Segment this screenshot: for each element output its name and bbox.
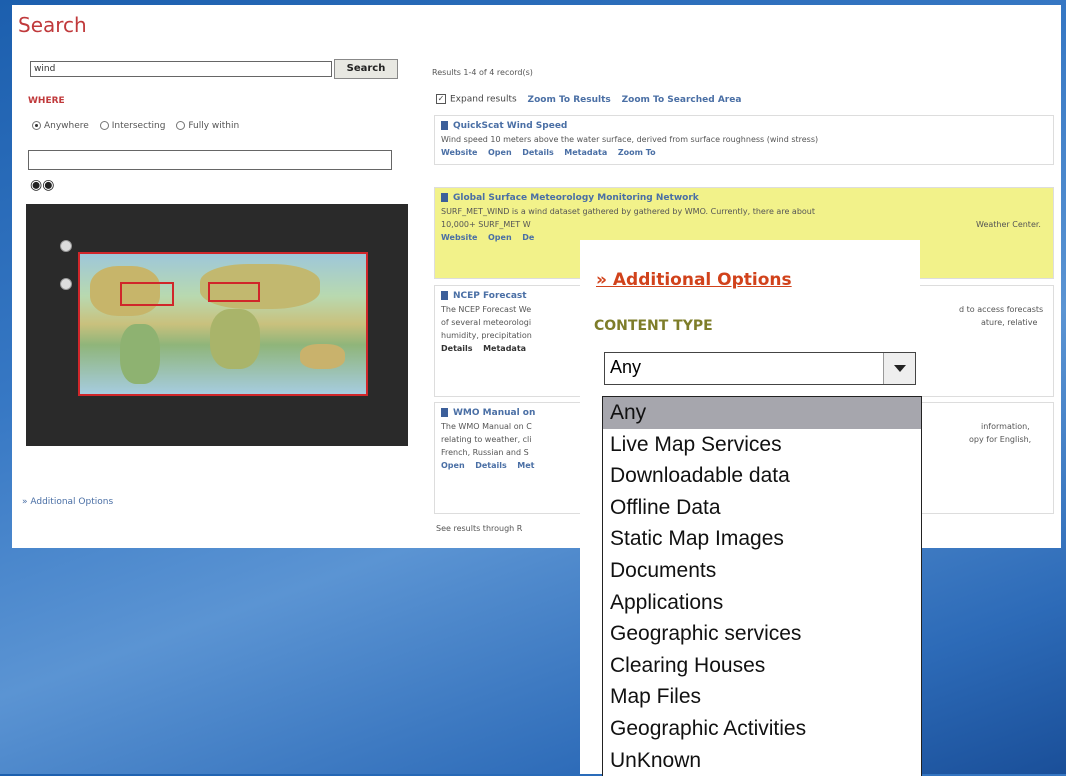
zoom-out-icon[interactable] bbox=[60, 278, 72, 290]
where-option-intersecting[interactable]: Intersecting bbox=[99, 121, 165, 131]
select-value: Any bbox=[610, 357, 642, 377]
result-description: Wind speed 10 meters above the water sur… bbox=[441, 135, 819, 144]
zoom-to-link[interactable]: Zoom To bbox=[618, 148, 656, 157]
where-option-anywhere[interactable]: Anywhere bbox=[32, 121, 89, 131]
option-documents[interactable]: Documents bbox=[603, 555, 921, 587]
result-title[interactable]: QuickScat Wind Speed bbox=[453, 121, 567, 131]
search-extent-box bbox=[208, 282, 260, 302]
metadata-link[interactable]: Met bbox=[517, 461, 534, 470]
where-option-fully-within[interactable]: Fully within bbox=[176, 121, 239, 131]
details-link[interactable]: De bbox=[522, 233, 534, 242]
additional-options-link[interactable]: » Additional Options bbox=[22, 497, 113, 507]
details-link[interactable]: Details bbox=[441, 344, 473, 353]
radio-icon[interactable] bbox=[176, 121, 186, 130]
result-type-icon bbox=[441, 291, 448, 300]
option-live-map-services[interactable]: Live Map Services bbox=[603, 429, 921, 461]
radio-icon[interactable] bbox=[32, 121, 41, 130]
result-description: SURF_MET_WIND is a wind dataset gathered… bbox=[441, 207, 815, 216]
search-extent-box bbox=[120, 282, 174, 306]
option-static-map-images[interactable]: Static Map Images bbox=[603, 523, 921, 555]
result-type-icon bbox=[441, 121, 448, 130]
option-geographic-services[interactable]: Geographic services bbox=[603, 618, 921, 650]
zoom-in-icon[interactable] bbox=[60, 240, 72, 252]
search-input[interactable] bbox=[30, 61, 332, 77]
map-view[interactable] bbox=[26, 204, 408, 446]
result-title[interactable]: NCEP Forecast bbox=[453, 291, 527, 301]
result-item: QuickScat Wind Speed Wind speed 10 meter… bbox=[434, 115, 1054, 165]
result-type-icon bbox=[441, 408, 448, 417]
details-link[interactable]: Details bbox=[475, 461, 507, 470]
result-title[interactable]: Global Surface Meteorology Monitoring Ne… bbox=[453, 193, 699, 203]
option-offline-data[interactable]: Offline Data bbox=[603, 492, 921, 524]
see-results-text: See results through R bbox=[436, 524, 523, 533]
option-geographic-activities[interactable]: Geographic Activities bbox=[603, 713, 921, 745]
metadata-link[interactable]: Metadata bbox=[483, 344, 526, 353]
option-applications[interactable]: Applications bbox=[603, 587, 921, 619]
option-clearing-houses[interactable]: Clearing Houses bbox=[603, 650, 921, 682]
option-map-files[interactable]: Map Files bbox=[603, 681, 921, 713]
world-map bbox=[78, 252, 368, 396]
content-type-dropdown: Any Live Map Services Downloadable data … bbox=[602, 396, 922, 776]
popup-title[interactable]: » Additional Options bbox=[596, 270, 792, 290]
additional-options-popup: » Additional Options CONTENT TYPE Any An… bbox=[580, 240, 922, 776]
metadata-link[interactable]: Metadata bbox=[564, 148, 607, 157]
open-link[interactable]: Open bbox=[488, 148, 512, 157]
details-link[interactable]: Details bbox=[522, 148, 554, 157]
expand-checkbox[interactable]: ✓ bbox=[436, 94, 446, 104]
content-type-label: CONTENT TYPE bbox=[594, 318, 713, 334]
expand-results-row: ✓ Expand results Zoom To Results Zoom To … bbox=[436, 94, 742, 105]
open-link[interactable]: Open bbox=[488, 233, 512, 242]
website-link[interactable]: Website bbox=[441, 148, 477, 157]
radio-icon[interactable] bbox=[99, 121, 109, 130]
zoom-to-results-link[interactable]: Zoom To Results bbox=[528, 95, 611, 105]
result-links: Website Open Details Metadata Zoom To bbox=[441, 146, 1047, 159]
result-type-icon bbox=[441, 193, 448, 202]
binoculars-icon[interactable]: ◉◉ bbox=[30, 177, 54, 193]
location-input[interactable] bbox=[28, 150, 392, 170]
search-button[interactable]: Search bbox=[334, 59, 398, 79]
results-count: Results 1-4 of 4 record(s) bbox=[432, 68, 533, 77]
where-label: WHERE bbox=[28, 96, 65, 106]
open-link[interactable]: Open bbox=[441, 461, 465, 470]
zoom-to-searched-area-link[interactable]: Zoom To Searched Area bbox=[622, 95, 742, 105]
page-title: Search bbox=[18, 13, 87, 37]
content-type-select[interactable]: Any bbox=[604, 352, 916, 385]
option-any[interactable]: Any bbox=[603, 397, 921, 429]
website-link[interactable]: Website bbox=[441, 233, 477, 242]
where-options: Anywhere Intersecting Fully within bbox=[32, 121, 247, 131]
result-title[interactable]: WMO Manual on bbox=[453, 408, 535, 418]
option-unknown[interactable]: UnKnown bbox=[603, 745, 921, 776]
option-downloadable-data[interactable]: Downloadable data bbox=[603, 460, 921, 492]
chevron-down-icon[interactable] bbox=[883, 353, 915, 384]
